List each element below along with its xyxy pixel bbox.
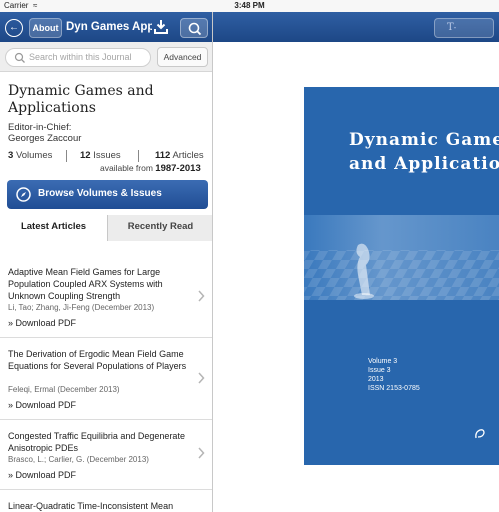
list-item[interactable]: The Derivation of Ergodic Mean Field Gam… [0, 338, 212, 420]
back-icon[interactable]: ← [5, 19, 23, 37]
stat-divider [138, 150, 139, 162]
browse-volumes-label: Browse Volumes & Issues [38, 188, 162, 199]
journal-title: Dynamic Games and Applications [8, 83, 154, 116]
journal-navbar: ← About Dyn Games Appl [0, 12, 212, 42]
journal-cover[interactable]: Dynamic Games and Applications Volume 3 … [304, 87, 499, 465]
tab-recently-read[interactable]: Recently Read [107, 215, 212, 241]
search-icon [14, 52, 25, 63]
issues-stat: 12 Issues [80, 150, 121, 161]
volumes-stat: 3 Volumes [8, 150, 52, 161]
journal-nav-title: Dyn Games Appl [66, 21, 152, 33]
search-button[interactable] [180, 18, 208, 38]
journal-panel: ← About Dyn Games Appl Search within thi… [0, 12, 213, 512]
download-pdf-link[interactable]: » Download PDF [8, 470, 76, 480]
stat-divider [66, 150, 67, 162]
chevron-right-icon [198, 290, 205, 302]
search-icon [188, 22, 202, 36]
available-range: 1987-2013 [155, 163, 201, 174]
issues-label: Issues [93, 150, 121, 161]
volumes-label: Volumes [15, 150, 53, 161]
download-pdf-label: Download PDF [15, 318, 77, 328]
download-pdf-label: Download PDF [15, 400, 77, 410]
cover-year: 2013 [368, 376, 384, 383]
publisher-logo-icon [474, 428, 499, 442]
chevron-right-icon [198, 372, 205, 384]
article-title[interactable]: Congested Traffic Equilibria and Degener… [8, 430, 193, 454]
cover-title: Dynamic Games and Applications [349, 130, 499, 174]
browse-volumes-button[interactable]: Browse Volumes & Issues [7, 180, 208, 209]
article-tabs: Latest Articles Recently Read [0, 215, 212, 241]
download-pdf-label: Download PDF [15, 470, 77, 480]
cover-issue: Issue 3 [368, 367, 391, 374]
article-authors: Feleqi, Ermal (December 2013) [8, 385, 120, 394]
chevron-right-icon [198, 447, 205, 459]
article-title[interactable]: The Derivation of Ergodic Mean Field Gam… [8, 348, 193, 372]
cover-volume: Volume 3 [368, 358, 398, 365]
articles-stat: 112 Articles [155, 150, 204, 161]
chess-piece-image [304, 243, 499, 300]
reader-panel: T- Dynamic Games and Applications Volume… [213, 12, 499, 512]
about-button[interactable]: About [29, 18, 62, 38]
text-size-button[interactable]: T- [434, 18, 494, 38]
cover-issn: ISSN 2153-0785 [368, 385, 420, 392]
download-pdf-link[interactable]: » Download PDF [8, 400, 76, 410]
available-label: available from [100, 163, 153, 173]
text-size-label: T [447, 22, 454, 33]
articles-label: Articles [172, 150, 204, 161]
status-bar: Carrier ≈ 3:48 PM [0, 0, 499, 12]
download-pdf-link[interactable]: » Download PDF [8, 318, 76, 328]
editor-label: Editor-in-Chief: [8, 122, 72, 133]
availability: available from 1987-2013 [100, 163, 201, 174]
download-icon[interactable] [154, 19, 168, 35]
reader-toolbar: T- [213, 12, 499, 42]
search-row: Search within this Journal Advanced [0, 42, 212, 72]
journal-search-input[interactable]: Search within this Journal [5, 48, 151, 67]
article-authors: Li, Tao; Zhang, Ji-Feng (December 2013) [8, 303, 155, 312]
editor-name: Georges Zaccour [8, 133, 82, 144]
compass-icon [16, 187, 31, 202]
issues-count: 12 [80, 150, 91, 161]
list-item[interactable]: Linear-Quadratic Time-Inconsistent Mean … [0, 490, 212, 512]
article-title[interactable]: Adaptive Mean Field Games for Large Popu… [8, 266, 193, 302]
article-authors: Brasco, L.; Carlier, G. (December 2013) [8, 455, 149, 464]
articles-count: 112 [155, 150, 171, 161]
list-item[interactable]: Congested Traffic Equilibria and Degener… [0, 420, 212, 490]
tab-latest-articles[interactable]: Latest Articles [0, 215, 107, 241]
article-title[interactable]: Linear-Quadratic Time-Inconsistent Mean … [8, 500, 193, 512]
list-item[interactable]: Adaptive Mean Field Games for Large Popu… [0, 241, 212, 338]
volumes-count: 3 [8, 150, 14, 161]
search-placeholder: Search within this Journal [29, 52, 132, 62]
status-time: 3:48 PM [234, 1, 265, 10]
advanced-search-button[interactable]: Advanced [157, 47, 208, 67]
